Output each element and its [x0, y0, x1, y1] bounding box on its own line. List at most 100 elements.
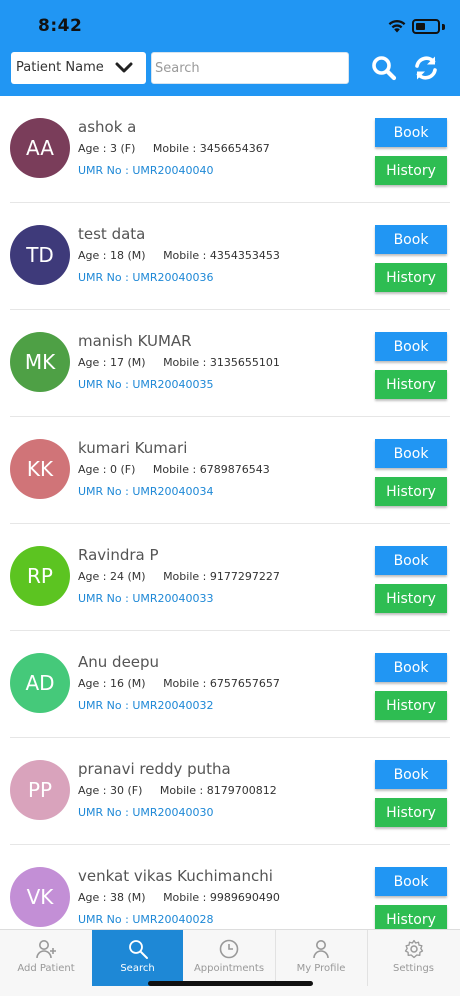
battery-icon — [412, 19, 440, 34]
age-label: Age : — [78, 142, 107, 155]
book-button[interactable]: Book — [375, 225, 447, 254]
umr-value: UMR20040036 — [132, 271, 214, 284]
tab-label: My Profile — [296, 963, 346, 974]
patient-row: KK kumari Kumari Age : 0 (F) Mobile : 67… — [10, 417, 450, 524]
mobile-label: Mobile : — [152, 463, 197, 476]
age-label: Age : — [78, 891, 107, 904]
gender-value: (M) — [127, 570, 146, 583]
mobile-label: Mobile : — [152, 142, 197, 155]
umr-value: UMR20040035 — [132, 378, 214, 391]
tab-settings[interactable]: Settings — [367, 930, 460, 986]
patient-row: TD test data Age : 18 (M) Mobile : 43543… — [10, 203, 450, 310]
umr-value: UMR20040030 — [132, 806, 214, 819]
tab-label: Add Patient — [17, 963, 75, 974]
history-button[interactable]: History — [375, 691, 447, 720]
umr-value: UMR20040040 — [132, 164, 214, 177]
history-button[interactable]: History — [375, 263, 447, 292]
tab-search[interactable]: Search — [92, 930, 183, 986]
patient-row: MK manish KUMAR Age : 17 (M) Mobile : 31… — [10, 310, 450, 417]
search-icon[interactable] — [370, 54, 398, 82]
gender-value: (F) — [120, 463, 136, 476]
patient-name: kumari Kumari — [78, 439, 188, 457]
mobile-value: 8179700812 — [206, 784, 277, 797]
book-button[interactable]: Book — [375, 118, 447, 147]
add-user-icon — [36, 940, 56, 959]
patient-row: AD Anu deepu Age : 16 (M) Mobile : 67576… — [10, 631, 450, 738]
avatar: MK — [10, 332, 70, 392]
avatar: AD — [10, 653, 70, 713]
umr-number: UMR No : UMR20040040 — [78, 164, 214, 177]
mobile-value: 6789876543 — [199, 463, 270, 476]
age-value: 30 — [109, 784, 124, 797]
patient-name: Ravindra P — [78, 546, 159, 564]
status-time: 8:42 — [38, 16, 83, 36]
status-bar: 8:42 — [0, 0, 460, 42]
patient-meta: Age : 0 (F) Mobile : 6789876543 — [78, 463, 270, 476]
gender-value: (M) — [127, 677, 146, 690]
patient-list: AA ashok a Age : 3 (F) Mobile : 34566543… — [0, 96, 460, 929]
patient-name: manish KUMAR — [78, 332, 192, 350]
refresh-icon[interactable] — [412, 54, 440, 82]
avatar: KK — [10, 439, 70, 499]
mobile-value: 3456654367 — [199, 142, 270, 155]
age-value: 18 — [109, 249, 124, 262]
book-button[interactable]: Book — [375, 653, 447, 682]
tab-divider — [367, 930, 368, 986]
avatar: VK — [10, 867, 70, 927]
patient-meta: Age : 3 (F) Mobile : 3456654367 — [78, 142, 270, 155]
tab-label: Search — [120, 963, 155, 974]
book-button[interactable]: Book — [375, 546, 447, 575]
mobile-value: 9989690490 — [209, 891, 280, 904]
battery-tip — [442, 24, 445, 30]
wifi-icon — [388, 19, 406, 33]
tab-appointments[interactable]: Appointments — [183, 930, 275, 986]
age-label: Age : — [78, 570, 107, 583]
book-button[interactable]: Book — [375, 332, 447, 361]
filter-select[interactable]: Patient Name — [11, 52, 146, 84]
gender-value: (M) — [127, 356, 146, 369]
mobile-value: 9177297227 — [209, 570, 280, 583]
tab-my-profile[interactable]: My Profile — [275, 930, 367, 986]
chevron-down-icon — [115, 62, 133, 73]
history-button[interactable]: History — [375, 798, 447, 827]
mobile-value: 6757657657 — [209, 677, 280, 690]
patient-row: RP Ravindra P Age : 24 (M) Mobile : 9177… — [10, 524, 450, 631]
age-value: 38 — [109, 891, 124, 904]
mobile-value: 3135655101 — [209, 356, 280, 369]
history-button[interactable]: History — [375, 584, 447, 613]
book-button[interactable]: Book — [375, 867, 447, 896]
history-button[interactable]: History — [375, 477, 447, 506]
age-label: Age : — [78, 677, 107, 690]
book-button[interactable]: Book — [375, 439, 447, 468]
umr-number: UMR No : UMR20040028 — [78, 913, 214, 926]
tab-add-patient[interactable]: Add Patient — [0, 930, 92, 986]
history-button[interactable]: History — [375, 156, 447, 185]
patient-meta: Age : 24 (M) Mobile : 9177297227 — [78, 570, 280, 583]
patient-row: PP pranavi reddy putha Age : 30 (F) Mobi… — [10, 738, 450, 845]
mobile-value: 4354353453 — [209, 249, 280, 262]
umr-value: UMR20040034 — [132, 485, 214, 498]
history-button[interactable]: History — [375, 370, 447, 399]
book-button[interactable]: Book — [375, 760, 447, 789]
umr-value: UMR20040028 — [132, 913, 214, 926]
umr-label: UMR No : — [78, 164, 129, 177]
umr-value: UMR20040033 — [132, 592, 214, 605]
umr-label: UMR No : — [78, 485, 129, 498]
history-button[interactable]: History — [375, 905, 447, 929]
patient-meta: Age : 38 (M) Mobile : 9989690490 — [78, 891, 280, 904]
gender-value: (F) — [127, 784, 143, 797]
age-value: 24 — [109, 570, 124, 583]
gender-value: (F) — [120, 142, 136, 155]
avatar: TD — [10, 225, 70, 285]
mobile-label: Mobile : — [163, 249, 207, 262]
tab-divider — [275, 930, 276, 986]
user-icon — [313, 940, 329, 959]
avatar: PP — [10, 760, 70, 820]
age-value: 16 — [109, 677, 124, 690]
age-label: Age : — [78, 784, 107, 797]
app-header: 8:42 Patient Name — [0, 0, 460, 96]
umr-label: UMR No : — [78, 913, 129, 926]
search-icon — [128, 940, 148, 959]
search-input[interactable] — [151, 52, 349, 84]
umr-label: UMR No : — [78, 699, 129, 712]
